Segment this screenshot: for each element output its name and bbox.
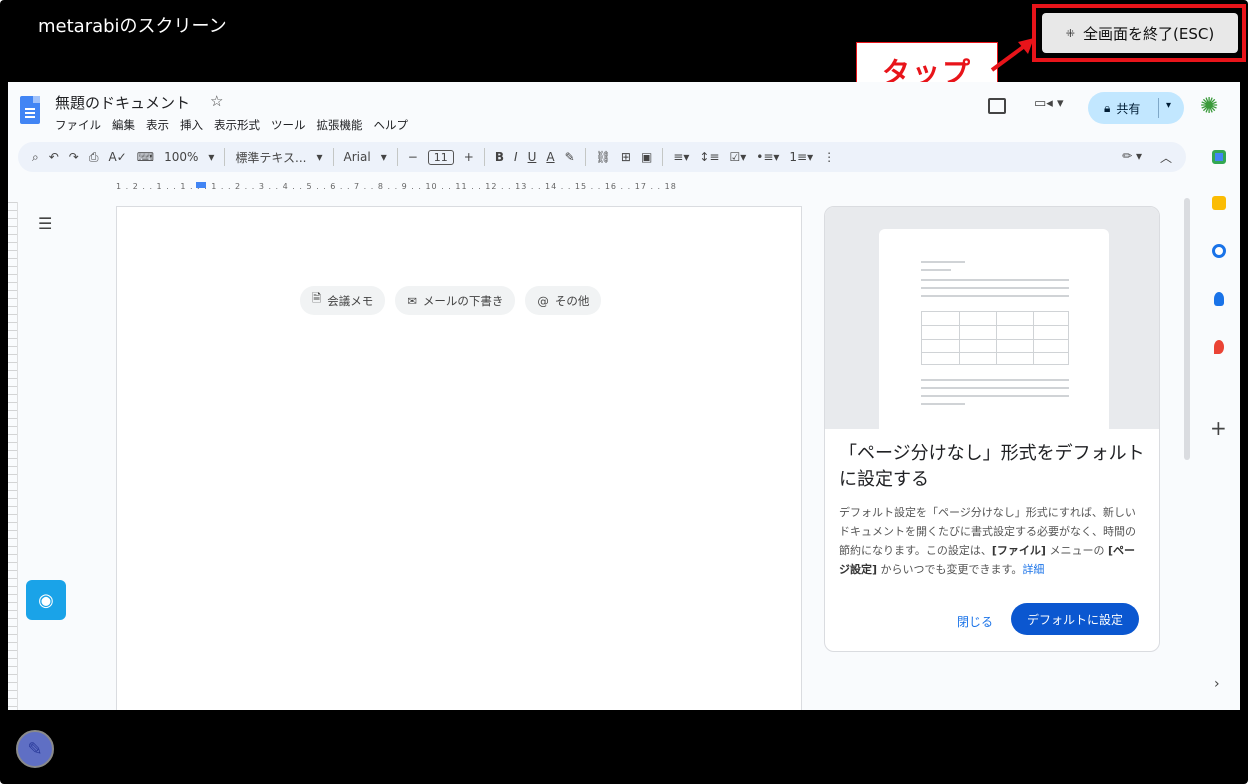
print-icon[interactable]: ⎙ [89, 150, 99, 165]
add-comment-icon[interactable]: ⊞ [621, 150, 631, 164]
share-label: 共有 [1116, 101, 1141, 116]
more-icon[interactable]: ⋮ [823, 150, 835, 164]
chevron-up-icon[interactable]: ︿ [1160, 149, 1172, 166]
style-select[interactable]: 標準テキス... [235, 149, 306, 166]
chevron-down-icon: ▾ [380, 150, 387, 164]
promo-title: 「ページ分けなし」形式をデフォルトに設定する [839, 443, 1145, 490]
formatting-toolbar: ⌕ ↶ ↷ ⎙ A✓ ⌨ 100% ▾ 標準テキス... ▾ Arial ▾ −… [18, 142, 1186, 172]
chevron-right-icon[interactable]: › [1214, 676, 1220, 692]
numbered-list-icon[interactable]: 1≡▾ [789, 150, 813, 164]
highlight-box [1032, 4, 1246, 62]
ruler-indent-marker[interactable] [196, 182, 206, 188]
record-button[interactable]: ◉ [26, 580, 66, 620]
menu-bar: ファイル 編集 表示 挿入 表示形式 ツール 拡張機能 ヘルプ [55, 117, 408, 133]
video-call-icon[interactable]: ▭◂ ▾ [1034, 96, 1063, 111]
outline-icon[interactable]: ☰ [38, 214, 52, 233]
set-default-button[interactable]: デフォルトに設定 [1011, 603, 1139, 635]
record-icon: ◉ [38, 589, 54, 611]
chevron-down-icon: ▾ [316, 150, 323, 164]
menu-item-format[interactable]: 表示形式 [214, 117, 260, 133]
menu-item-view[interactable]: 表示 [146, 117, 169, 133]
promo-illustration [825, 207, 1159, 429]
bold-icon[interactable]: B [495, 150, 504, 164]
contacts-icon[interactable] [1214, 292, 1224, 306]
underline-icon[interactable]: U [528, 150, 537, 164]
document-page[interactable] [116, 206, 802, 710]
italic-icon[interactable]: I [514, 150, 518, 164]
text-color-icon[interactable]: A [546, 150, 554, 164]
menu-item-help[interactable]: ヘルプ [374, 117, 409, 133]
font-size-input[interactable]: 11 [427, 149, 454, 165]
search-icon[interactable]: ⌕ [32, 150, 39, 165]
chip-meeting-notes[interactable]: 🗎 会議メモ [300, 286, 386, 315]
add-addon-icon[interactable]: + [1210, 416, 1227, 440]
redo-icon[interactable]: ↷ [69, 150, 79, 164]
maps-icon[interactable] [1214, 340, 1224, 354]
at-icon: @ [537, 293, 549, 308]
horizontal-ruler: 1 . 2 . . 1 . . 1 . . . 1 . . 2 . . 3 . … [116, 182, 677, 191]
line-spacing-icon[interactable]: ↕≡ [699, 150, 719, 164]
close-button[interactable]: 閉じる [957, 613, 993, 630]
google-docs-app: 無題のドキュメント ☆ ファイル 編集 表示 挿入 表示形式 ツール 拡張機能 … [8, 82, 1240, 710]
document-title[interactable]: 無題のドキュメント [55, 92, 190, 113]
chip-more[interactable]: @ その他 [525, 286, 602, 315]
font-select[interactable]: Arial [344, 150, 371, 164]
comment-icon[interactable] [988, 98, 1006, 114]
scrollbar[interactable] [1184, 198, 1190, 460]
promo-body: デフォルト設定を「ページ分けなし」形式にすれば、新しいドキュメントを開くたびに書… [839, 506, 1136, 576]
zoom-select[interactable]: 100% [164, 150, 198, 164]
paint-format-icon[interactable]: ⌨ [137, 150, 154, 164]
calendar-icon[interactable] [1212, 150, 1226, 164]
chip-email-draft[interactable]: ✉ メールの下書き [395, 286, 516, 315]
decrease-font-icon[interactable]: − [408, 150, 418, 164]
mail-icon: ✉ [407, 293, 417, 308]
keep-icon[interactable] [1212, 196, 1226, 210]
pen-icon: ✎ [27, 738, 43, 760]
building-blocks-chips: 🗎 会議メモ ✉ メールの下書き @ その他 [300, 286, 602, 315]
vertical-ruler [8, 202, 18, 710]
checklist-icon[interactable]: ☑▾ [729, 150, 746, 164]
share-button[interactable]: 🔒︎ 共有 ▾ [1088, 92, 1184, 124]
menu-item-edit[interactable]: 編集 [112, 117, 135, 133]
edit-mode-icon[interactable]: ✏ ▾ [1122, 149, 1142, 166]
spellcheck-icon[interactable]: A✓ [108, 150, 126, 164]
menu-item-tools[interactable]: ツール [271, 117, 306, 133]
highlight-icon[interactable]: ✎ [565, 150, 575, 164]
chevron-down-icon: ▾ [208, 150, 215, 164]
bullet-list-icon[interactable]: •≡▾ [756, 150, 779, 164]
details-link[interactable]: 詳細 [1022, 563, 1044, 576]
docs-logo-icon[interactable] [20, 96, 40, 124]
align-icon[interactable]: ≡▾ [673, 150, 689, 164]
pen-tool-button[interactable]: ✎ [16, 730, 54, 768]
doc-icon: 🗎 [312, 291, 322, 305]
avatar[interactable]: ✺ [1200, 94, 1218, 119]
chevron-down-icon[interactable]: ▾ [1166, 100, 1171, 111]
menu-item-file[interactable]: ファイル [55, 117, 101, 133]
image-icon[interactable]: ▣ [641, 150, 652, 164]
undo-icon[interactable]: ↶ [49, 150, 59, 164]
star-icon[interactable]: ☆ [210, 92, 223, 110]
tasks-icon[interactable] [1212, 244, 1226, 258]
lock-icon: 🔒︎ [1104, 100, 1111, 115]
arrow-icon [990, 38, 1034, 72]
link-icon[interactable]: ⛓ [596, 150, 611, 164]
pageless-promo-panel: 「ページ分けなし」形式をデフォルトに設定する デフォルト設定を「ページ分けなし」… [824, 206, 1160, 652]
menu-item-insert[interactable]: 挿入 [180, 117, 203, 133]
screen-share-title: metarabiのスクリーン [38, 16, 227, 37]
increase-font-icon[interactable]: + [464, 150, 474, 164]
menu-item-extensions[interactable]: 拡張機能 [317, 117, 363, 133]
